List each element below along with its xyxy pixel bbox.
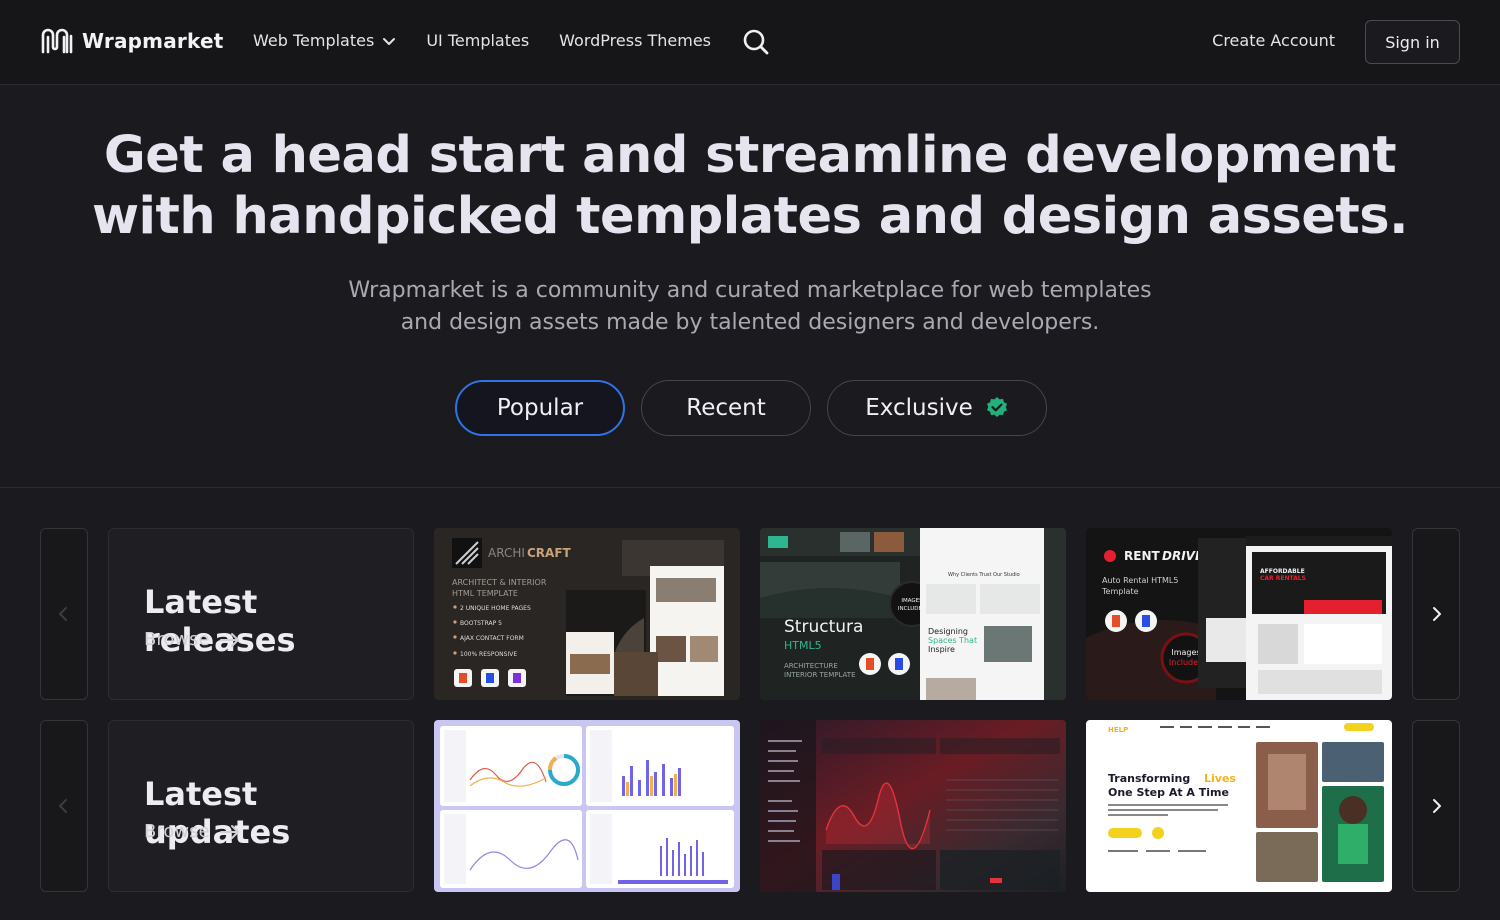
chevron-right-icon: [1433, 607, 1441, 621]
rentdrive-brand: RENT: [1124, 549, 1160, 563]
latest-releases-next-button[interactable]: [1412, 528, 1460, 700]
hero-title: Get a head start and streamline developm…: [0, 125, 1500, 247]
wrapmarket-logo-icon: [41, 28, 73, 54]
template-thumbnail-help-charity[interactable]: HELP Transforming Lives One Step At A Ti…: [1086, 720, 1392, 892]
latest-releases-browse-link[interactable]: Browse: [144, 629, 240, 650]
template-thumbnail-structura[interactable]: Structura HTML5 ARCHITECTURE INTERIOR TE…: [760, 528, 1066, 700]
structura-card-3: Inspire: [928, 645, 955, 654]
rentdrive-promo-2: CAR RENTALS: [1260, 575, 1306, 582]
archicraft-brand: ARCHI: [488, 546, 525, 560]
help-hero-line-1a: Transforming: [1108, 772, 1190, 785]
structura-card-2: Spaces That: [928, 636, 977, 645]
latest-updates-card[interactable]: Latest updates Browse: [108, 720, 414, 892]
hero-title-line-1: Get a head start and streamline developm…: [103, 126, 1397, 185]
admin-light-preview-image: [434, 720, 740, 892]
rentdrive-badge-2: Included: [1169, 658, 1203, 667]
template-thumbnail-archicraft[interactable]: ARCHI CRAFT ARCHITECT & INTERIOR HTML TE…: [434, 528, 740, 700]
nav-web-templates[interactable]: Web Templates: [253, 31, 396, 50]
latest-releases-row: Latest releases Browse ARCHI CRAFT ARCHI…: [40, 528, 1460, 700]
rentdrive-preview-image: RENT DRIVE Auto Rental HTML5 Template Im…: [1086, 528, 1392, 700]
filter-recent[interactable]: Recent: [641, 380, 811, 436]
latest-updates-browse-link[interactable]: Browse: [144, 821, 240, 842]
admin-dark-preview-image: [760, 720, 1066, 892]
hero-section: Get a head start and streamline developm…: [0, 85, 1500, 488]
chevron-left-icon: [59, 607, 67, 621]
sign-in-button[interactable]: Sign in: [1365, 20, 1460, 64]
archicraft-bullet-2: BOOTSTRAP 5: [460, 620, 502, 627]
archicraft-bullet-3: AJAX CONTACT FORM: [460, 635, 524, 642]
structura-badge-1: IMAGES: [901, 598, 923, 604]
archicraft-brand-accent: CRAFT: [527, 546, 572, 560]
filter-tabs: Popular Recent Exclusive: [455, 380, 1047, 436]
browse-label: Browse: [144, 629, 210, 650]
chevron-down-icon: [383, 37, 396, 45]
structura-name: Structura: [784, 617, 863, 637]
site-header: Wrapmarket Web Templates UI Templates Wo…: [0, 0, 1500, 85]
structura-card-1: Designing: [928, 627, 968, 636]
structura-version: HTML5: [784, 639, 822, 652]
latest-updates-prev-button[interactable]: [40, 720, 88, 892]
hero-subtitle-line-2: and design assets made by talented desig…: [400, 310, 1100, 335]
archicraft-subtitle-1: ARCHITECT & INTERIOR: [452, 578, 547, 587]
filter-exclusive-label: Exclusive: [865, 395, 973, 421]
rentdrive-desc-1: Auto Rental HTML5: [1102, 576, 1178, 585]
help-charity-preview-image: HELP Transforming Lives One Step At A Ti…: [1086, 720, 1392, 892]
archicraft-bullet-4: 100% RESPONSIVE: [460, 651, 517, 658]
hero-title-line-2: with handpicked templates and design ass…: [91, 187, 1409, 246]
rentdrive-badge-1: Images: [1171, 648, 1200, 657]
main-nav: Web Templates UI Templates WordPress The…: [253, 31, 711, 50]
latest-updates-next-button[interactable]: [1412, 720, 1460, 892]
rentdrive-desc-2: Template: [1101, 587, 1139, 596]
help-brand: HELP: [1108, 726, 1128, 734]
verified-badge-icon: [986, 397, 1007, 417]
brand-name: Wrapmarket: [82, 29, 224, 53]
nav-web-templates-label: Web Templates: [253, 31, 375, 50]
help-hero-line-1b: Lives: [1204, 772, 1236, 785]
filter-exclusive[interactable]: Exclusive: [827, 380, 1047, 436]
template-thumbnail-admin-dark[interactable]: [760, 720, 1066, 892]
archicraft-bullet-1: 2 UNIQUE HOME PAGES: [460, 605, 531, 612]
latest-releases-prev-button[interactable]: [40, 528, 88, 700]
chevron-right-icon: [1433, 799, 1441, 813]
nav-wordpress-themes[interactable]: WordPress Themes: [559, 31, 711, 50]
create-account-link[interactable]: Create Account: [1212, 31, 1335, 50]
structura-preview-image: Structura HTML5 ARCHITECTURE INTERIOR TE…: [760, 528, 1066, 700]
archicraft-preview-image: ARCHI CRAFT ARCHITECT & INTERIOR HTML TE…: [434, 528, 740, 700]
arrow-right-icon: [219, 632, 239, 647]
nav-ui-templates-label: UI Templates: [426, 31, 530, 50]
browse-label: Browse: [144, 821, 210, 842]
brand-logo[interactable]: Wrapmarket: [40, 26, 223, 56]
template-thumbnail-admin-light[interactable]: [434, 720, 740, 892]
arrow-right-icon: [219, 824, 239, 839]
chevron-left-icon: [59, 799, 67, 813]
structura-desc-2: INTERIOR TEMPLATE: [784, 671, 856, 679]
hero-subtitle-line-1: Wrapmarket is a community and curated ma…: [348, 278, 1152, 303]
nav-ui-templates[interactable]: UI Templates: [426, 31, 529, 50]
rentdrive-promo-1: AFFORDABLE: [1260, 568, 1305, 575]
search-icon: [743, 29, 769, 55]
filter-popular[interactable]: Popular: [455, 380, 625, 436]
latest-updates-row: Latest updates Browse HELP Transforming …: [40, 720, 1460, 892]
archicraft-subtitle-2: HTML TEMPLATE: [452, 589, 518, 598]
help-hero-line-2: One Step At A Time: [1108, 786, 1229, 799]
hero-subtitle: Wrapmarket is a community and curated ma…: [0, 275, 1500, 339]
latest-releases-card[interactable]: Latest releases Browse: [108, 528, 414, 700]
rentdrive-brand-accent: DRIVE: [1162, 549, 1204, 563]
search-button[interactable]: [742, 28, 770, 56]
nav-wordpress-themes-label: WordPress Themes: [559, 31, 712, 50]
template-thumbnail-rentdrive[interactable]: RENT DRIVE Auto Rental HTML5 Template Im…: [1086, 528, 1392, 700]
structura-desc-1: ARCHITECTURE: [784, 662, 838, 670]
structura-heading: Why Clients Trust Our Studio: [948, 572, 1020, 578]
